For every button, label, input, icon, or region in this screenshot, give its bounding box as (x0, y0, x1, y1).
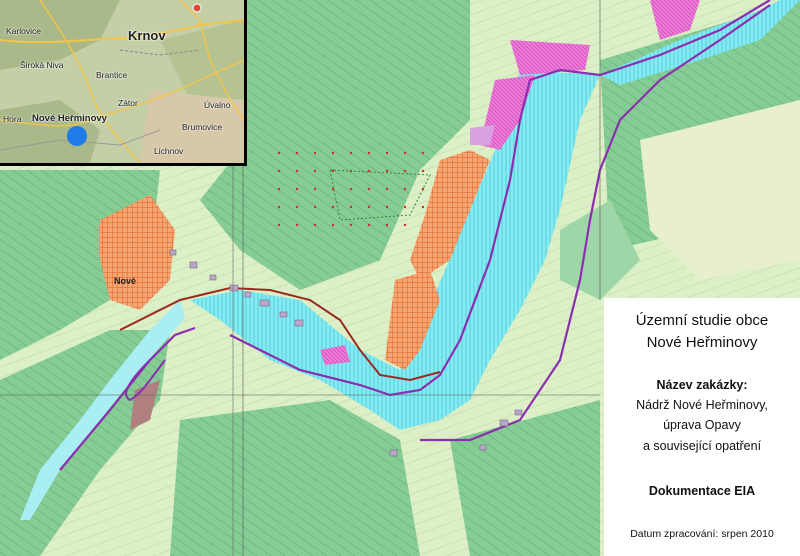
place-uvalno: Úvalno (204, 100, 231, 110)
place-siroka-niva: Široká Niva (20, 60, 64, 70)
document-type: Dokumentace EIA (648, 484, 756, 498)
study-title-line2: Nové Heřminovy (646, 334, 758, 351)
place-lichnov: Lichnov (154, 146, 184, 156)
place-karlovice: Karlovice (6, 26, 41, 36)
place-hora: Hora (3, 114, 22, 124)
location-marker-icon (67, 126, 87, 146)
place-nove-herminovy: Nové Heřminovy (32, 113, 107, 124)
contract-heading: Název zakázky: (656, 378, 748, 392)
contract-line1: Nádrž Nové Heřminovy, (636, 398, 768, 412)
place-brantice: Brantice (96, 70, 128, 80)
inset-terrain (0, 0, 244, 163)
place-zator: Zátor (118, 98, 138, 108)
village-label: Nové (114, 276, 137, 286)
place-krnov: Krnov (128, 28, 166, 43)
processing-date: Datum zpracování: srpen 2010 (630, 528, 774, 540)
contract-line2: úprava Opavy (663, 418, 741, 432)
study-title-line1: Územní studie obce (635, 312, 769, 329)
title-block: Územní studie obce Nové Heřminovy Název … (604, 298, 800, 556)
inset-locator-map: Karlovice Krnov Široká Niva Brantice Zát… (0, 0, 247, 166)
contract-line3: a související opatření (642, 439, 762, 453)
place-brumovice: Brumovice (182, 122, 223, 132)
